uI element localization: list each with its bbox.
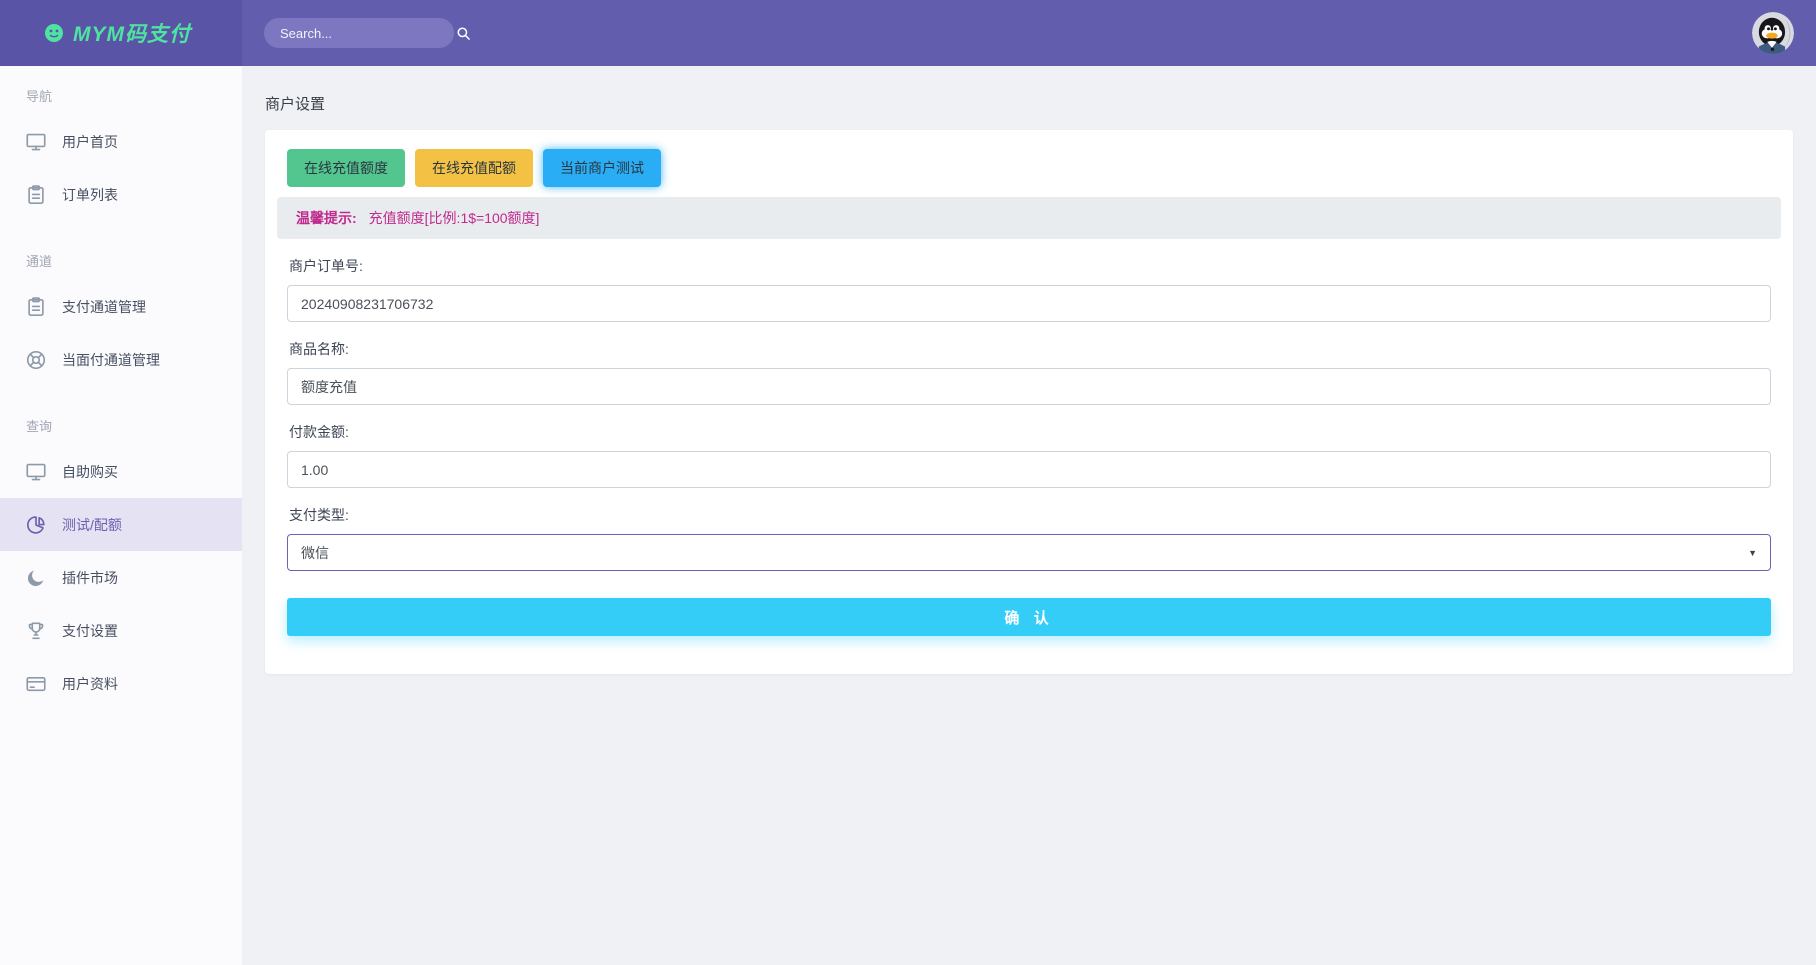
brand-title: MYM码支付 — [73, 18, 191, 48]
amount-label: 付款金额: — [287, 422, 1771, 442]
amount-input[interactable] — [287, 451, 1771, 488]
sidebar-item-label: 订单列表 — [62, 185, 118, 205]
sidebar-item-pay-settings[interactable]: 支付设置 — [0, 604, 242, 657]
sidebar-item-order-list[interactable]: 订单列表 — [0, 168, 242, 221]
order-no-label: 商户订单号: — [287, 256, 1771, 276]
sidebar: 导航 用户首页 订单列表 通道 支付通道 — [0, 66, 242, 965]
search-input[interactable] — [280, 26, 456, 41]
user-avatar[interactable] — [1752, 12, 1794, 54]
clipboard-icon — [26, 185, 46, 205]
creditcard-icon — [26, 674, 46, 694]
product-name-input[interactable] — [287, 368, 1771, 405]
sidebar-item-user-profile[interactable]: 用户资料 — [0, 657, 242, 710]
sidebar-item-label: 当面付通道管理 — [62, 350, 160, 370]
monitor-icon — [26, 132, 46, 152]
notice-bar: 温馨提示: 充值额度[比例:1$=100额度] — [277, 197, 1781, 239]
sidebar-item-label: 插件市场 — [62, 568, 118, 588]
sidebar-item-label: 支付通道管理 — [62, 297, 146, 317]
notice-prefix: 温馨提示: — [296, 210, 357, 226]
form-group-pay-type: 支付类型: 微信 ▼ — [287, 505, 1771, 571]
lifering-icon — [26, 350, 46, 370]
brand-logo-icon — [44, 23, 64, 43]
search-icon[interactable] — [456, 26, 471, 41]
tab-current-merchant-test[interactable]: 当前商户测试 — [543, 149, 661, 187]
chevron-down-icon: ▼ — [1748, 548, 1757, 558]
sidebar-section-query: 查询 — [0, 386, 242, 445]
sidebar-section-channel: 通道 — [0, 221, 242, 280]
tab-online-recharge-ration[interactable]: 在线充值配额 — [415, 149, 533, 187]
confirm-button[interactable]: 确 认 — [287, 598, 1771, 636]
page-title: 商户设置 — [265, 93, 1793, 114]
main-content: 商户设置 在线充值额度 在线充值配额 当前商户测试 温馨提示: 充值额度[比例:1… — [242, 66, 1816, 965]
sidebar-section-nav: 导航 — [0, 70, 242, 115]
search-box[interactable] — [264, 18, 454, 48]
tab-bar: 在线充值额度 在线充值配额 当前商户测试 — [287, 149, 1771, 187]
sidebar-item-label: 支付设置 — [62, 621, 118, 641]
form-group-product-name: 商品名称: — [287, 339, 1771, 405]
trophy-icon — [26, 621, 46, 641]
order-no-input[interactable] — [287, 285, 1771, 322]
piechart-icon — [26, 515, 46, 535]
sidebar-item-plugin-market[interactable]: 插件市场 — [0, 551, 242, 604]
sidebar-item-pay-channel[interactable]: 支付通道管理 — [0, 280, 242, 333]
sidebar-item-label: 用户首页 — [62, 132, 118, 152]
moon-icon — [26, 568, 46, 588]
pay-type-selected-value: 微信 — [301, 543, 329, 563]
sidebar-item-label: 测试/配额 — [62, 515, 122, 535]
pay-type-label: 支付类型: — [287, 505, 1771, 525]
product-name-label: 商品名称: — [287, 339, 1771, 359]
brand: MYM码支付 — [0, 0, 242, 66]
form-group-amount: 付款金额: — [287, 422, 1771, 488]
sidebar-item-self-buy[interactable]: 自助购买 — [0, 445, 242, 498]
sidebar-item-label: 用户资料 — [62, 674, 118, 694]
sidebar-item-label: 自助购买 — [62, 462, 118, 482]
clipboard-icon — [26, 297, 46, 317]
merchant-settings-card: 在线充值额度 在线充值配额 当前商户测试 温馨提示: 充值额度[比例:1$=100… — [265, 130, 1793, 674]
sidebar-item-user-home[interactable]: 用户首页 — [0, 115, 242, 168]
tab-online-recharge-quota[interactable]: 在线充值额度 — [287, 149, 405, 187]
monitor-icon — [26, 462, 46, 482]
notice-text: 充值额度[比例:1$=100额度] — [369, 210, 540, 226]
sidebar-item-test-quota[interactable]: 测试/配额 — [0, 498, 242, 551]
form-group-order-no: 商户订单号: — [287, 256, 1771, 322]
pay-type-select[interactable]: 微信 ▼ — [287, 534, 1771, 571]
topbar: MYM码支付 — [0, 0, 1816, 66]
sidebar-item-f2f-channel[interactable]: 当面付通道管理 — [0, 333, 242, 386]
